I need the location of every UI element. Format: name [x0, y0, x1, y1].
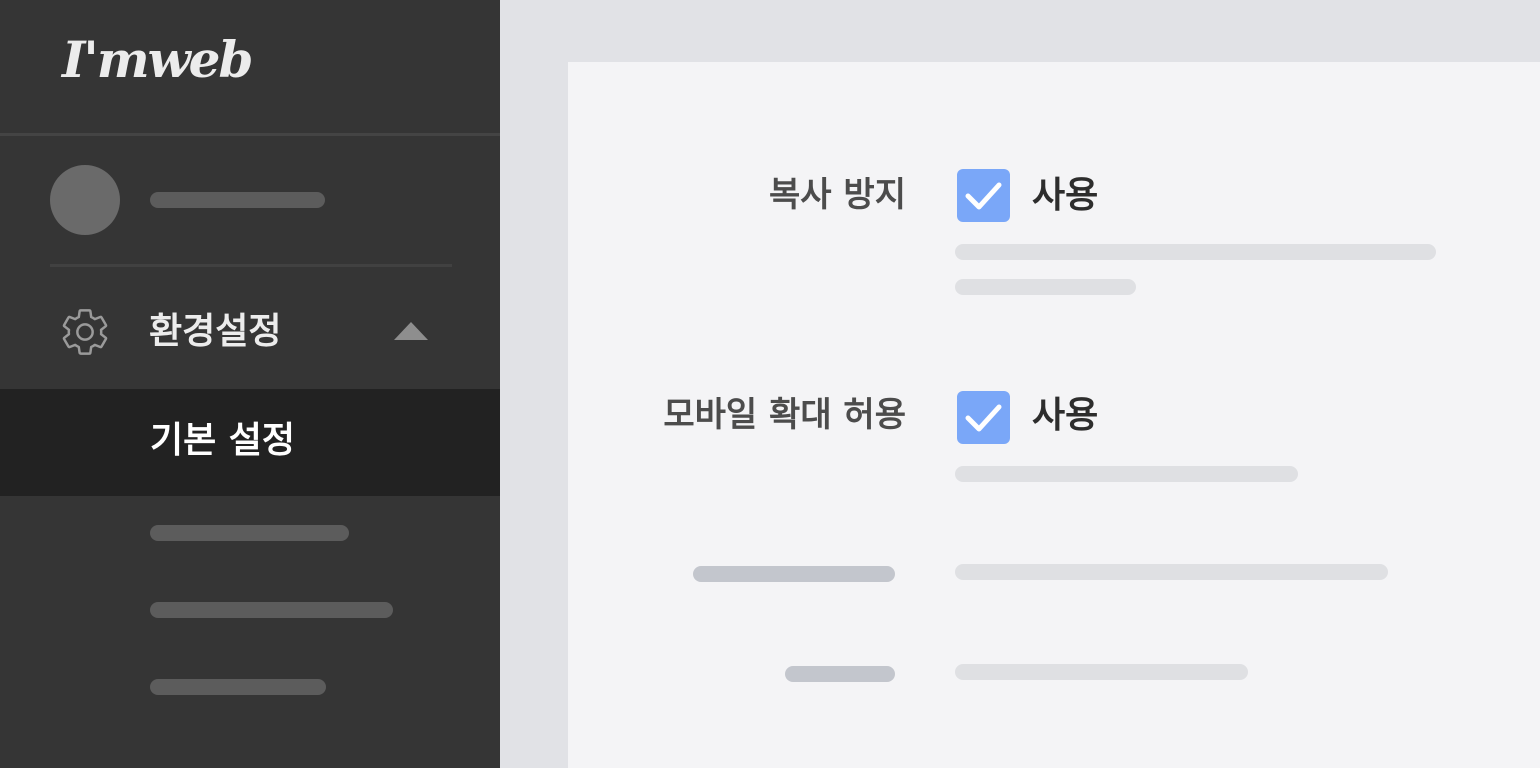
logo[interactable]: I'mweb	[62, 30, 253, 90]
sidebar-subitem-label: 기본 설정	[150, 420, 296, 461]
setting-value-placeholder	[955, 564, 1388, 580]
profile-divider	[50, 264, 452, 267]
sidebar-subitem[interactable]	[0, 580, 500, 640]
checkmark-icon	[965, 404, 1002, 432]
sidebar-subitem-basic-settings[interactable]: 기본 설정	[0, 389, 500, 496]
sidebar-subitem[interactable]	[0, 503, 500, 563]
gear-icon	[62, 309, 108, 355]
sidebar: I'mweb 환경설정 기본 설정	[0, 0, 500, 768]
setting-label-placeholder	[785, 666, 895, 682]
copy-protection-checkbox[interactable]	[957, 169, 1010, 222]
checkmark-icon	[965, 182, 1002, 210]
mobile-zoom-label: 모바일 확대 허용	[663, 395, 906, 435]
setting-label-placeholder	[693, 566, 895, 582]
setting-value-placeholder	[955, 664, 1248, 680]
copy-protection-description-placeholder	[955, 244, 1436, 260]
sidebar-subitem[interactable]	[0, 657, 500, 717]
avatar[interactable]	[50, 165, 120, 235]
sidebar-divider	[0, 133, 500, 136]
sidebar-item-label: 환경설정	[149, 311, 282, 352]
sidebar-subitem-placeholder	[150, 679, 326, 695]
sidebar-subitem-placeholder	[150, 525, 349, 541]
mobile-zoom-checkbox[interactable]	[957, 391, 1010, 444]
sidebar-item-settings[interactable]: 환경설정	[0, 292, 500, 372]
copy-protection-use-label[interactable]: 사용	[1032, 172, 1098, 220]
caret-up-icon[interactable]	[394, 322, 428, 340]
mobile-zoom-use-label[interactable]: 사용	[1032, 392, 1098, 440]
username-placeholder	[150, 192, 325, 208]
logo-area: I'mweb	[0, 0, 500, 133]
copy-protection-description-placeholder	[955, 279, 1136, 295]
mobile-zoom-description-placeholder	[955, 466, 1298, 482]
sidebar-subitem-placeholder	[150, 602, 393, 618]
copy-protection-label: 복사 방지	[769, 175, 906, 215]
